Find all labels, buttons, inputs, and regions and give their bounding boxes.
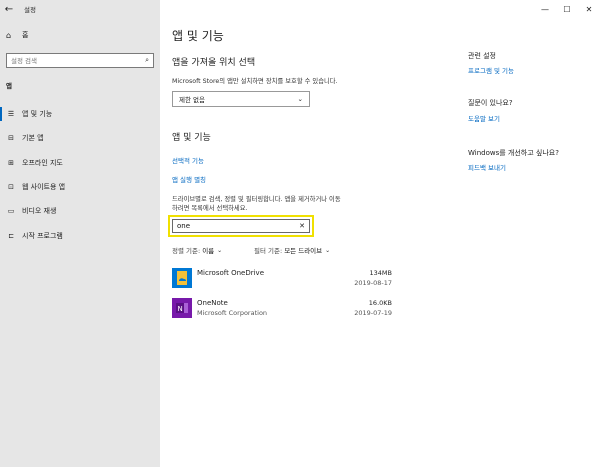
apps-description-line2: 하려면 목록에서 선택하세요. xyxy=(172,205,248,212)
send-feedback-link[interactable]: 피드백 보내기 xyxy=(468,162,506,172)
sidebar-item-label: 시작 프로그램 xyxy=(22,231,63,240)
app-search-input[interactable] xyxy=(177,222,287,230)
chevron-down-icon: ⌄ xyxy=(325,246,331,254)
apps-features-heading: 앱 및 기능 xyxy=(172,133,211,143)
back-button[interactable]: ← xyxy=(0,0,18,18)
home-link[interactable]: ⌂ 홈 xyxy=(6,30,28,40)
get-help-link[interactable]: 도움말 보기 xyxy=(468,113,500,123)
question-heading: 질문이 있나요? xyxy=(468,99,513,107)
title-bar: ← 설정 xyxy=(0,0,160,18)
app-execution-aliases-link[interactable]: 앱 실행 별칭 xyxy=(172,174,206,184)
chevron-down-icon: ⌄ xyxy=(297,95,303,103)
search-icon[interactable]: ⌕ xyxy=(145,56,149,65)
main-content: 앱 및 기능 앱을 가져올 위치 선택 Microsoft Store의 앱만 … xyxy=(160,0,600,467)
app-name: OneNote xyxy=(197,299,228,307)
close-icon: ✕ xyxy=(585,4,593,14)
back-arrow-icon: ← xyxy=(4,3,14,15)
filter-label: 필터 기준: xyxy=(254,247,283,255)
settings-search-box[interactable]: ⌕ xyxy=(6,53,154,68)
onedrive-icon xyxy=(172,268,192,288)
sort-value: 이름 xyxy=(202,247,215,255)
map-icon: ⊞ xyxy=(8,158,14,167)
sidebar-item-offline-maps[interactable]: ⊞ 오프라인 지도 xyxy=(0,151,160,175)
sidebar-item-label: 비디오 재생 xyxy=(22,207,57,216)
onenote-icon: N xyxy=(172,298,192,318)
sidebar-item-label: 웹 사이트용 앱 xyxy=(22,183,66,192)
app-size: 134MB xyxy=(369,269,392,277)
startup-icon: ⊏ xyxy=(8,231,14,240)
maximize-button[interactable]: ☐ xyxy=(556,0,578,18)
app-search-highlight: ✕ xyxy=(168,215,314,237)
settings-search-input[interactable] xyxy=(11,56,131,65)
app-list-item-onedrive[interactable]: Microsoft OneDrive 134MB 2019-08-17 xyxy=(172,266,392,292)
sidebar-item-apps-for-websites[interactable]: ⊡ 웹 사이트용 앱 xyxy=(0,175,160,199)
install-source-heading: 앱을 가져올 위치 선택 xyxy=(172,58,256,68)
app-size: 16.0KB xyxy=(368,299,392,307)
sidebar-nav: ☰ 앱 및 기능 ⊟ 기본 앱 ⊞ 오프라인 지도 ⊡ 웹 사이트용 앱 ▭ 비… xyxy=(0,102,160,248)
minimize-button[interactable]: — xyxy=(534,0,556,18)
svg-text:N: N xyxy=(178,305,183,313)
sidebar-item-default-apps[interactable]: ⊟ 기본 앱 xyxy=(0,126,160,150)
sidebar-item-label: 기본 앱 xyxy=(22,134,44,143)
home-label: 홈 xyxy=(22,31,29,39)
sidebar: ← 설정 ⌂ 홈 ⌕ 앱 ☰ 앱 및 기능 ⊟ 기본 앱 ⊞ 오프라인 지도 ⊡… xyxy=(0,0,160,467)
list-icon: ☰ xyxy=(7,110,15,119)
sidebar-item-video-playback[interactable]: ▭ 비디오 재생 xyxy=(0,199,160,223)
filter-value: 모든 드라이브 xyxy=(284,247,323,255)
minimize-icon: — xyxy=(541,4,549,14)
sidebar-item-label: 앱 및 기능 xyxy=(22,110,53,119)
window-controls: — ☐ ✕ xyxy=(534,0,600,18)
window-title: 설정 xyxy=(24,6,36,14)
app-publisher: Microsoft Corporation xyxy=(197,309,268,317)
improve-windows-heading: Windows를 개선하고 싶나요? xyxy=(468,149,559,157)
chevron-down-icon: ⌄ xyxy=(217,246,223,254)
sort-by-dropdown[interactable]: 정렬 기준: 이름 ⌄ xyxy=(172,245,223,256)
maximize-icon: ☐ xyxy=(563,4,571,14)
filter-by-dropdown[interactable]: 필터 기준: 모든 드라이브 ⌄ xyxy=(254,245,331,256)
app-date: 2019-07-19 xyxy=(354,309,392,317)
related-settings-heading: 관련 설정 xyxy=(468,52,496,60)
sidebar-item-label: 오프라인 지도 xyxy=(22,158,63,167)
optional-features-link[interactable]: 선택적 기능 xyxy=(172,155,204,165)
clear-icon[interactable]: ✕ xyxy=(299,222,305,230)
sidebar-item-apps-features[interactable]: ☰ 앱 및 기능 xyxy=(0,102,160,126)
app-date: 2019-08-17 xyxy=(354,279,392,287)
sidebar-item-startup[interactable]: ⊏ 시작 프로그램 xyxy=(0,223,160,247)
section-label: 앱 xyxy=(6,82,12,90)
home-icon: ⌂ xyxy=(6,30,12,40)
install-source-dropdown[interactable]: 제한 없음 ⌄ xyxy=(172,91,310,107)
dropdown-value: 제한 없음 xyxy=(179,96,205,104)
default-apps-icon: ⊟ xyxy=(8,134,14,143)
video-icon: ▭ xyxy=(7,207,15,216)
app-name: Microsoft OneDrive xyxy=(197,269,264,277)
app-search-box[interactable]: ✕ xyxy=(172,219,310,233)
sort-label: 정렬 기준: xyxy=(172,247,201,255)
page-title: 앱 및 기능 xyxy=(172,29,224,43)
app-list-item-onenote[interactable]: N OneNote Microsoft Corporation 16.0KB 2… xyxy=(172,296,392,322)
website-apps-icon: ⊡ xyxy=(8,183,14,192)
programs-features-link[interactable]: 프로그램 및 기능 xyxy=(468,65,514,75)
close-button[interactable]: ✕ xyxy=(578,0,600,18)
install-source-description: Microsoft Store의 앱만 설치하면 장치를 보호할 수 있습니다. xyxy=(172,78,338,85)
